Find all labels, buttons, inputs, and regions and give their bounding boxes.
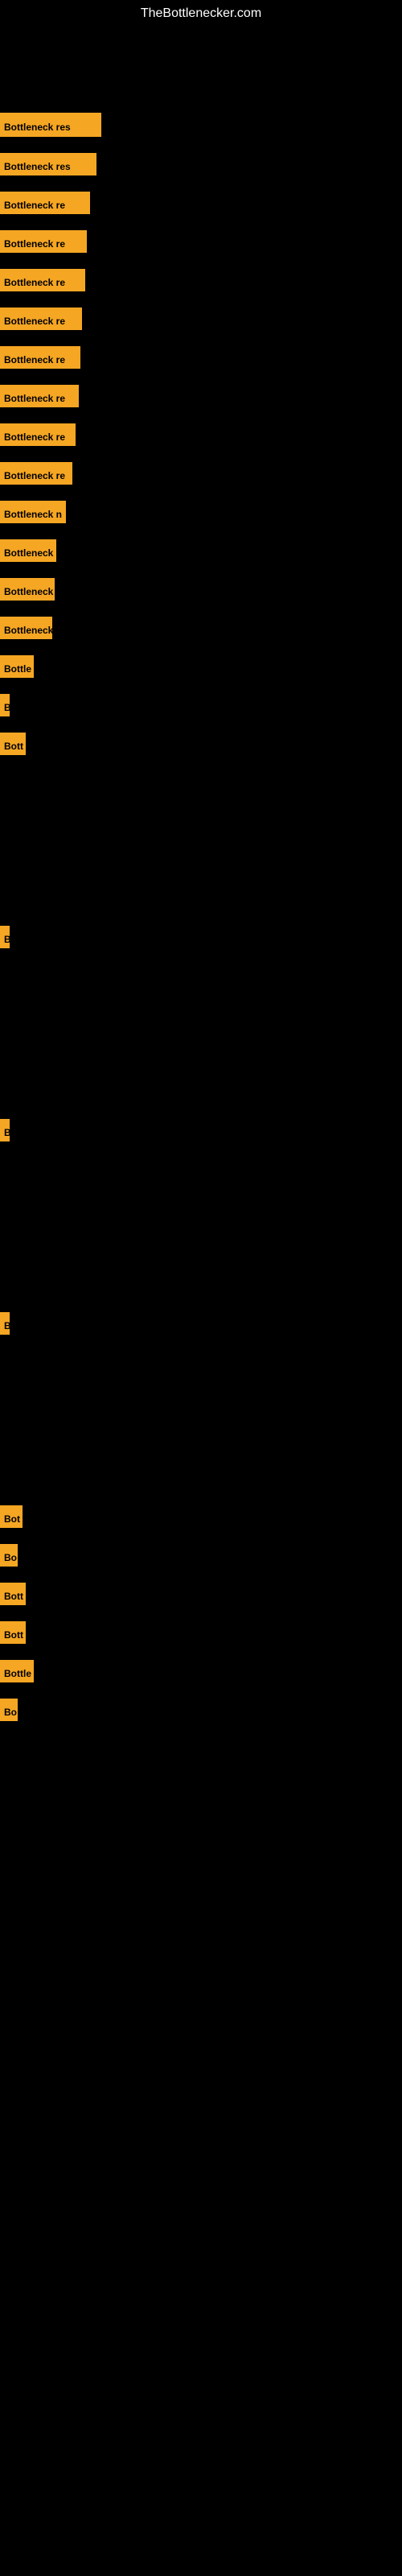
bottleneck-label-8: Bottleneck re <box>0 385 79 407</box>
site-title: TheBottlenecker.com <box>0 0 402 27</box>
bottleneck-label-11: Bottleneck n <box>0 501 66 523</box>
bottleneck-label-9: Bottleneck re <box>0 423 76 446</box>
bottleneck-label-24: Bott <box>0 1621 26 1644</box>
bottleneck-label-18: B <box>0 926 10 948</box>
bottleneck-label-21: Bot <box>0 1505 23 1528</box>
bottleneck-label-6: Bottleneck re <box>0 308 82 330</box>
bottleneck-label-12: Bottleneck <box>0 539 56 562</box>
bottleneck-label-19: B <box>0 1119 10 1141</box>
bottleneck-label-16: B <box>0 694 10 716</box>
bottleneck-label-26: Bo <box>0 1699 18 1721</box>
bottleneck-label-10: Bottleneck re <box>0 462 72 485</box>
bottleneck-label-3: Bottleneck re <box>0 192 90 214</box>
bottleneck-label-4: Bottleneck re <box>0 230 87 253</box>
bottleneck-label-1: Bottleneck res <box>0 113 101 137</box>
bottleneck-label-7: Bottleneck re <box>0 346 80 369</box>
bottleneck-label-17: Bott <box>0 733 26 755</box>
bottleneck-label-13: Bottleneck <box>0 578 55 601</box>
bottleneck-label-5: Bottleneck re <box>0 269 85 291</box>
bottleneck-label-2: Bottleneck res <box>0 153 96 175</box>
bottleneck-label-23: Bott <box>0 1583 26 1605</box>
bottleneck-label-15: Bottle <box>0 655 34 678</box>
bottleneck-label-22: Bo <box>0 1544 18 1567</box>
bottleneck-label-20: B <box>0 1312 10 1335</box>
bottleneck-label-25: Bottle <box>0 1660 34 1682</box>
bottleneck-label-14: Bottleneck <box>0 617 52 639</box>
